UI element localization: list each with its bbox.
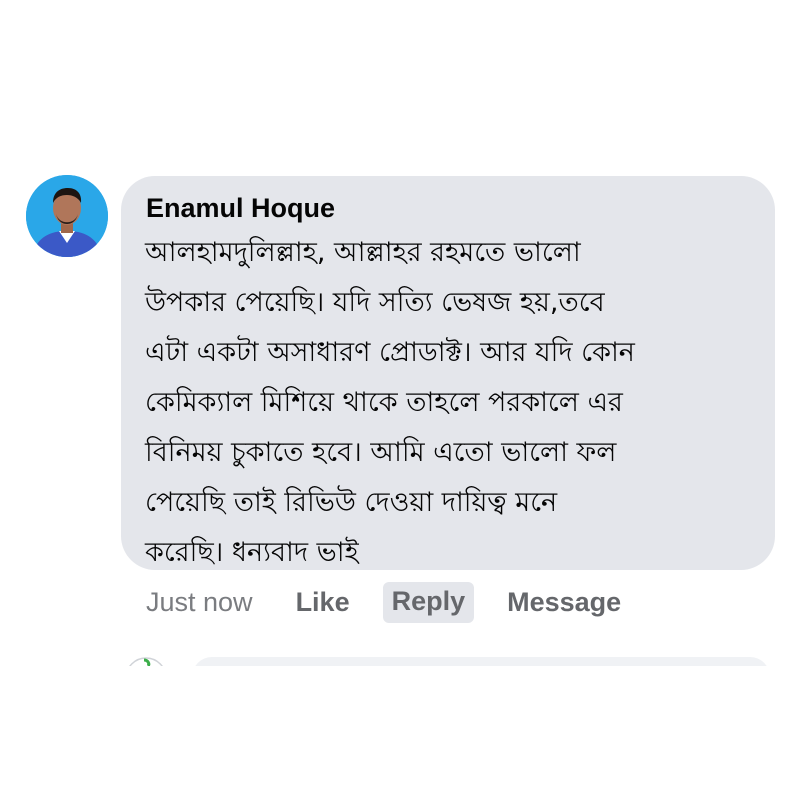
author-avatar[interactable]: [26, 175, 108, 257]
comment-line: উপকার পেয়েছি। যদি সত্যি ভেষজ হয়,তবে: [145, 287, 605, 318]
reply-button[interactable]: Reply: [382, 581, 475, 623]
comment-line: করেছি। ধন্যবাদ ভাই: [145, 537, 359, 568]
person-photo-icon: [26, 175, 108, 257]
like-button[interactable]: Like: [296, 587, 350, 618]
crop-edge: [0, 666, 800, 800]
comment-actions: Just now Like Reply Message: [146, 580, 621, 624]
comment-bubble: Enamul Hoque আলহামদুলিল্লাহ, আল্লাহর রহম…: [121, 176, 775, 570]
author-name[interactable]: Enamul Hoque: [146, 190, 755, 226]
comment-line: এটা একটা অসাধারণ প্রোডাক্ট। আর যদি কোন: [145, 337, 635, 368]
comment-line: বিনিময় চুকাতে হবে। আমি এতো ভালো ফল: [145, 437, 617, 468]
timestamp[interactable]: Just now: [146, 587, 253, 618]
comment-line: কেমিক্যাল মিশিয়ে থাকে তাহলে পরকালে এর: [145, 387, 623, 418]
comment-line: পেয়েছি তাই রিভিউ দেওয়া দায়িত্ব মনে: [145, 487, 558, 518]
message-button[interactable]: Message: [507, 587, 621, 618]
comment-line: আলহামদুলিল্লাহ, আল্লাহর রহমতে ভালো: [145, 237, 581, 268]
comment-text: আলহামদুলিল্লাহ, আল্লাহর রহমতে ভালো উপকার…: [145, 228, 755, 578]
